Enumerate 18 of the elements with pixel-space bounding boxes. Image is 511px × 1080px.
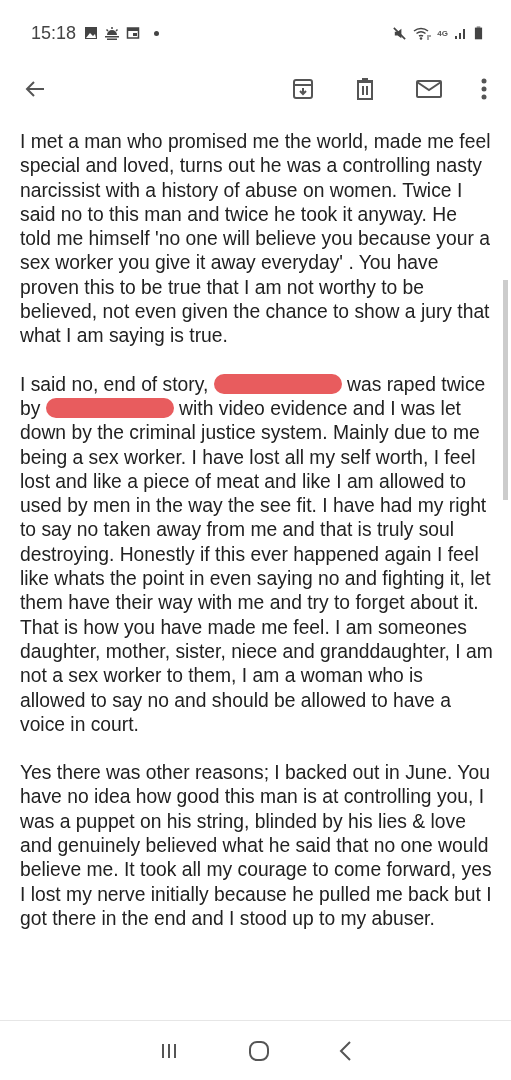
message-paragraph: I met a man who promised me the world, made me feel special and loved, turns out he was a controlling nasty narcissist with a history of abuse on women. Twice I said no to this man and twice he took it anyway. He told me himself 'no one will believe you because your a sex worker you give it away everyday' . You have proven this to be true that I am not worthy to be believed, not even given the chance to show a jury that what I am saying is true. — [20, 130, 492, 349]
network-label: 4G — [437, 28, 448, 38]
notification-dot — [154, 30, 160, 36]
mute-icon — [392, 25, 408, 41]
more-menu-icon[interactable] — [481, 77, 487, 101]
wifi-icon — [413, 25, 432, 41]
back-icon[interactable] — [338, 1040, 353, 1062]
mail-icon[interactable] — [415, 77, 443, 101]
sunrise-icon — [104, 26, 121, 40]
status-time: 15:18 — [31, 22, 77, 44]
message-paragraph: I said no, end of story, was raped twice by with video evidence and I was let down by the criminal justice system. Mainly due to me being a sex worker. I have lost all my self worth, I feel lost and like a piece of meat and like I am allowed to used by men in the way the see fit. I have had my right to say no taken away from me and that is truly soul destroying. Honestly if this ever happened again I feel like whats the point in even saying no and fighting it, let them have their way with me and try to forget about it. That is how you have made me feel. I am someones daughter, mother, sister, niece and granddaughter, I am not a sex worker to them, I am a woman who is allowed to say no and should be allowed to have a voice in court. — [20, 372, 493, 737]
calendar-icon — [126, 26, 141, 40]
image-icon — [84, 26, 99, 40]
signal-icon — [454, 26, 468, 40]
message-paragraph: Yes there was other reasons; I backed out in June. You have no idea how good this man is at controlling you, I was a puppet on his string, blinded by his lies & love and genuinely believed what he said that no one would believe me. It took all my courage to come forward, yes I lost my nerve initially because he pulled me back but I got there in the end and I stood up to my abuser. — [20, 761, 493, 931]
home-icon[interactable] — [247, 1040, 270, 1062]
battery-icon — [474, 25, 483, 41]
archive-icon[interactable] — [291, 77, 315, 101]
